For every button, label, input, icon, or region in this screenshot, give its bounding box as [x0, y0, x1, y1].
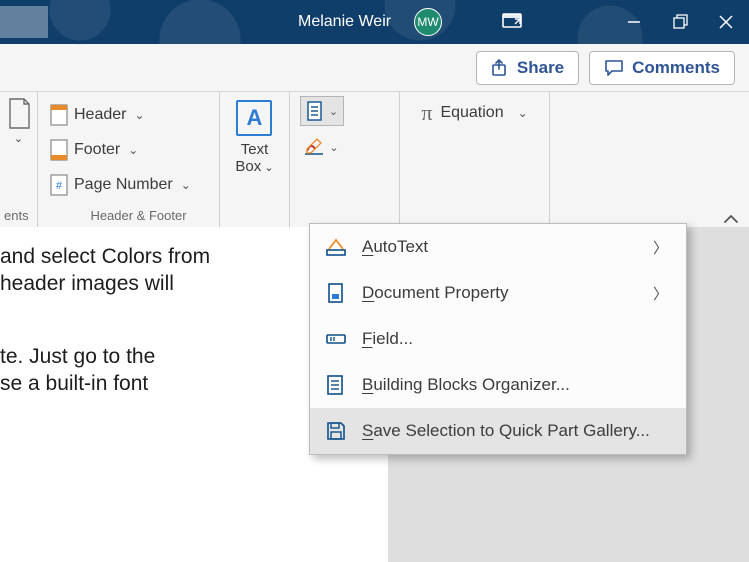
- doc-line: te. Just go to the: [0, 345, 155, 368]
- text-box-button[interactable]: A TextBox ⌄: [235, 100, 273, 175]
- minimize-button[interactable]: [611, 0, 657, 44]
- doc-line: and select Colors from: [0, 245, 210, 268]
- header-icon: [50, 104, 68, 126]
- close-icon: [719, 15, 733, 29]
- share-label: Share: [517, 58, 564, 78]
- ribbon: ⌄ ents Header ⌄ Footer ⌄ # Page Numbe: [0, 92, 749, 227]
- chevron-down-icon: ⌄: [134, 108, 144, 122]
- account-name[interactable]: Melanie Weir: [298, 13, 391, 31]
- quick-parts-menu: AutoText 〉 Document Property 〉 Field...: [309, 223, 687, 455]
- chevron-down-icon: ⌄: [329, 141, 338, 154]
- chevron-up-icon: [723, 213, 739, 225]
- header-button[interactable]: Header ⌄: [48, 100, 193, 130]
- menu-label: Document Property: [362, 283, 508, 303]
- chevron-down-icon: ⌄: [128, 143, 138, 157]
- titlebar-spacer: [0, 6, 48, 38]
- collab-bar: Share Comments: [0, 44, 749, 92]
- ribbon-group-quick-parts: ⌄ ⌄: [290, 92, 400, 227]
- collapse-ribbon-button[interactable]: [723, 213, 739, 225]
- comments-button[interactable]: Comments: [589, 51, 735, 85]
- header-label: Header: [74, 106, 126, 124]
- textbox-line1: Text: [241, 141, 269, 158]
- screen-icon: [502, 13, 522, 31]
- svg-text:#: #: [56, 180, 63, 192]
- equation-button[interactable]: π Equation ⌄: [419, 96, 529, 130]
- footer-button[interactable]: Footer ⌄: [48, 135, 193, 165]
- group-caption-hf: Header & Footer: [48, 208, 229, 223]
- ribbon-group-partial-left: ⌄ ents: [0, 92, 38, 227]
- ribbon-group-text: A TextBox ⌄: [220, 92, 290, 227]
- account-avatar[interactable]: MW: [414, 8, 442, 36]
- quick-parts-icon: [306, 101, 324, 121]
- equation-label: Equation: [440, 104, 503, 122]
- field-icon: [324, 327, 348, 351]
- restore-icon: [672, 14, 688, 30]
- restore-button[interactable]: [657, 0, 703, 44]
- group-caption-ents: ents: [4, 208, 29, 223]
- textbox-line2: Box: [235, 158, 261, 175]
- close-button[interactable]: [703, 0, 749, 44]
- building-blocks-icon: [324, 373, 348, 397]
- quick-parts-button[interactable]: ⌄: [300, 96, 344, 126]
- menu-label: AutoText: [362, 237, 428, 257]
- menu-item-building-blocks-organizer[interactable]: Building Blocks Organizer...: [310, 362, 686, 408]
- save-icon: [324, 419, 348, 443]
- ribbon-group-header-footer: Header ⌄ Footer ⌄ # Page Number ⌄ Header…: [38, 92, 220, 227]
- chevron-down-icon: ⌄: [518, 106, 528, 120]
- minimize-icon: [627, 15, 641, 29]
- doc-line: se a built-in font: [0, 372, 148, 395]
- signature-icon: [303, 137, 325, 157]
- chevron-right-icon: 〉: [653, 283, 668, 304]
- page-number-button[interactable]: # Page Number ⌄: [48, 170, 193, 200]
- document-icon: [6, 98, 32, 130]
- signature-line-button[interactable]: ⌄: [300, 132, 342, 162]
- menu-label: Field...: [362, 329, 413, 349]
- autotext-icon: [324, 235, 348, 259]
- page-number-label: Page Number: [74, 176, 173, 194]
- pi-icon: π: [421, 100, 432, 126]
- share-icon: [491, 59, 509, 77]
- chevron-down-icon: ⌄: [181, 178, 191, 192]
- text-box-icon: A: [236, 100, 272, 136]
- ribbon-display-options-button[interactable]: [490, 0, 534, 44]
- footer-icon: [50, 139, 68, 161]
- menu-item-autotext[interactable]: AutoText 〉: [310, 224, 686, 270]
- comments-label: Comments: [632, 58, 720, 78]
- menu-item-field[interactable]: Field...: [310, 316, 686, 362]
- menu-item-save-selection[interactable]: Save Selection to Quick Part Gallery...: [310, 408, 686, 454]
- footer-label: Footer: [74, 141, 120, 159]
- menu-label: Save Selection to Quick Part Gallery...: [362, 421, 650, 441]
- chevron-down-icon: ⌄: [261, 162, 273, 174]
- document-property-icon: [324, 281, 348, 305]
- ribbon-group-symbols: π Equation ⌄: [400, 92, 550, 227]
- chevron-right-icon: 〉: [653, 237, 668, 258]
- chevron-down-icon: ⌄: [329, 105, 338, 118]
- menu-item-document-property[interactable]: Document Property 〉: [310, 270, 686, 316]
- doc-line: header images will: [0, 272, 174, 295]
- page-number-icon: #: [50, 174, 68, 196]
- comment-icon: [604, 59, 624, 77]
- chevron-down-icon: ⌄: [14, 132, 23, 145]
- menu-label: Building Blocks Organizer...: [362, 375, 570, 395]
- title-bar: Melanie Weir MW: [0, 0, 749, 44]
- share-button[interactable]: Share: [476, 51, 579, 85]
